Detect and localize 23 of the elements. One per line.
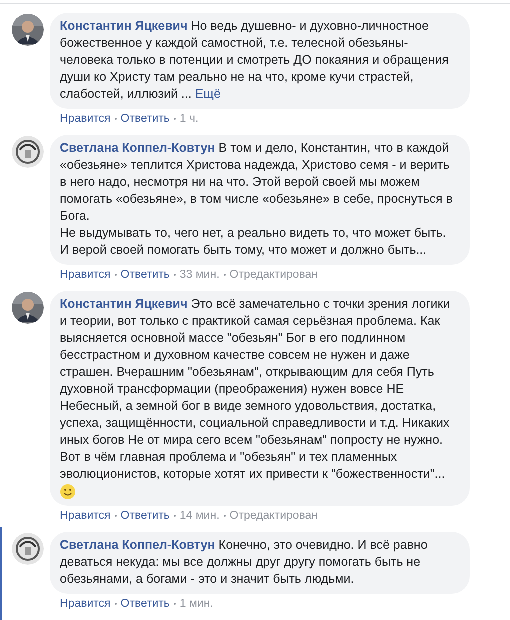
like-link[interactable]: Нравится [60,508,111,524]
edited-label: Отредактирован [230,268,318,283]
like-link[interactable]: Нравится [60,267,111,283]
comment-text: Светлана Коппел-Ковтун В том и дело, Константин, что в каждой «обезьяне» теплится Христова надежда, Христово семя - и верить в него надо, несмотря ни на что. Этой верой своей мы можем помогать «обезьяне», в том числе «обезьяне» в себе, проснуться в Бога. Не выдумывать то, чего нет, а реально видеть то, что может быть. И верой своей помогать быть тому, что может и должно быть... [60,140,454,259]
author-link[interactable]: Константин Яцкевич [60,19,188,33]
author-link[interactable]: Константин Яцкевич [60,297,188,311]
more-link[interactable]: Ещё [195,87,221,101]
avatar[interactable] [12,533,44,565]
reply-link[interactable]: Ответить [120,596,170,612]
comment-text: Светлана Коппел-Ковтун Конечно, это очевидно. И всё равно деваться некуда: мы все должны друг другу помогать быть не обезьянами, а богами - это и значит быть людьми. [60,537,429,588]
avatar[interactable] [12,14,44,46]
like-link[interactable]: Нравится [60,596,111,612]
author-link[interactable]: Светлана Коппел-Ковтун [60,141,216,155]
comment-text: Константин Яцкевич Это всё замечательно с точки зрения логики и теории, вот только с практикой самая серьёзная проблема. Как выясняется основной массе "обезьян" Бог в его подлинном бесстрастном и духовном качестве совсем не нужен и даже страшен. Вчерашним "обезьянам", открывающим для себя Путь духовной трансформации (преображения) нужен вовсе НЕ Небесный, а земной бог в виде земного удовольствия, достатка, успеха, защищённости, социальной справедливости и т.д. Никаких иных богов Не от мира сего всем "обезьянам" попросту не нужно. Вот в чём главная проблема и "обезьян" и тех пламенных эволюционистов, которые хотят их привести к "божественности"... [60,296,452,483]
like-link[interactable]: Нравится [60,111,111,127]
reply-link[interactable]: Ответить [120,508,170,524]
reply-link[interactable]: Ответить [120,267,170,283]
avatar[interactable] [12,292,44,324]
author-link[interactable]: Светлана Коппел-Ковтун [60,538,216,552]
comment-text: Константин Яцкевич Но ведь душевно- и духовно-личностное божественное у каждой самостной, т.е. телесной обезьяны-человека только в потенции и смотреть ДО покаяния и обращения души ко Христу там реально не на что, кроме кучи страстей, слабостей, иллюзий ... Ещё [60,18,450,103]
reply-link[interactable]: Ответить [120,111,170,127]
avatar[interactable] [12,136,44,168]
edited-label: Отредактирован [230,509,318,524]
